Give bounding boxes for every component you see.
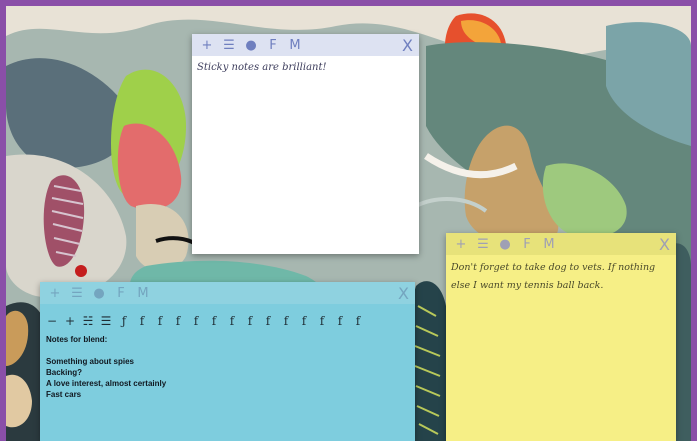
note-content[interactable]: Sticky notes are brilliant! (192, 56, 419, 80)
format-button[interactable]: ☰ (100, 308, 112, 334)
format-button[interactable]: f (190, 308, 202, 334)
format-button[interactable]: f (172, 308, 184, 334)
note-content[interactable]: Don't forget to take dog to vets. If not… (446, 255, 676, 299)
note-line: Something about spies (46, 357, 135, 366)
note-toolbar: + ☰ ● F M X (40, 282, 415, 304)
formatting-toolbar: − + ☵ ☰ ƒ f f f f f f f f f f f f f (40, 304, 415, 334)
sticky-note-blue[interactable]: + ☰ ● F M X − + ☵ ☰ ƒ f f f f f f f f f f f f f Notes for… (40, 282, 415, 441)
new-note-button[interactable]: + (198, 36, 216, 54)
more-button[interactable]: M (286, 36, 304, 54)
notes-list-button[interactable]: ☰ (68, 284, 86, 302)
note-line: Backing? (46, 368, 83, 377)
new-note-button[interactable]: + (46, 284, 64, 302)
format-button[interactable]: ☵ (82, 308, 94, 334)
sticky-note-yellow[interactable]: + ☰ ● F M X Don't forget to take dog to … (446, 233, 676, 441)
font-button[interactable]: F (112, 284, 130, 302)
close-icon[interactable]: X (398, 284, 409, 303)
palette-button[interactable]: ● (242, 36, 260, 54)
desktop: + ☰ ● F M X Sticky notes are brilliant! … (6, 6, 691, 441)
notes-list-button[interactable]: ☰ (474, 235, 492, 253)
format-button[interactable]: f (262, 308, 274, 334)
more-button[interactable]: M (540, 235, 558, 253)
format-button[interactable]: − (46, 308, 58, 334)
palette-button[interactable]: ● (90, 284, 108, 302)
note-line: A love interest, almost certainly (46, 379, 167, 388)
format-button[interactable]: f (244, 308, 256, 334)
note-toolbar: + ☰ ● F M X (446, 233, 676, 255)
format-button[interactable]: f (208, 308, 220, 334)
close-icon[interactable]: X (659, 235, 670, 254)
note-line: Fast cars (46, 390, 82, 399)
new-note-button[interactable]: + (452, 235, 470, 253)
format-button[interactable]: + (64, 308, 76, 334)
note-line: Notes for blend: (46, 335, 108, 344)
note-content[interactable]: Notes for blend: Something about spies Bac… (40, 334, 415, 400)
note-toolbar: + ☰ ● F M X (192, 34, 419, 56)
format-button[interactable]: f (226, 308, 238, 334)
format-button[interactable]: f (154, 308, 166, 334)
note-line (46, 345, 409, 356)
format-button[interactable]: f (280, 308, 292, 334)
sticky-note-white[interactable]: + ☰ ● F M X Sticky notes are brilliant! (192, 34, 419, 254)
close-icon[interactable]: X (402, 36, 413, 55)
more-button[interactable]: M (134, 284, 152, 302)
format-button[interactable]: f (334, 308, 346, 334)
format-button[interactable]: f (316, 308, 328, 334)
font-button[interactable]: F (518, 235, 536, 253)
format-button[interactable]: f (298, 308, 310, 334)
format-button[interactable]: f (352, 308, 364, 334)
format-button[interactable]: ƒ (118, 308, 130, 334)
font-button[interactable]: F (264, 36, 282, 54)
palette-button[interactable]: ● (496, 235, 514, 253)
format-button[interactable]: f (136, 308, 148, 334)
notes-list-button[interactable]: ☰ (220, 36, 238, 54)
